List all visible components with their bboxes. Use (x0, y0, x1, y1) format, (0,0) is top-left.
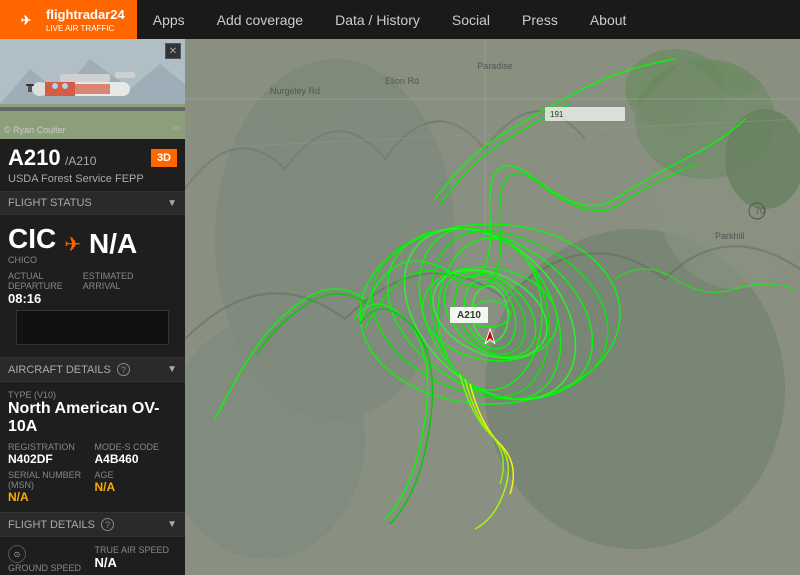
nav-item-apps[interactable]: Apps (137, 0, 201, 39)
age-item: AGE N/A (95, 470, 178, 504)
logo-text: flightradar24 (46, 7, 125, 22)
logo-sub: LIVE AIR TRAFFIC (46, 24, 125, 33)
nav-item-data-history[interactable]: Data / History (319, 0, 436, 39)
nav-item-social[interactable]: Social (436, 0, 506, 39)
departure-time: 08:16 (8, 291, 63, 306)
flight-detail-grid-1: ⊙ GROUND SPEED 128 kts TRUE AIR SPEED N/… (8, 545, 177, 575)
logo[interactable]: ✈ flightradar24 LIVE AIR TRAFFIC (0, 0, 137, 39)
aircraft-photo-svg (0, 39, 185, 139)
serial-item: SERIAL NUMBER (MSN) N/A (8, 470, 91, 504)
registration-item: REGISTRATION N402DF (8, 442, 91, 466)
type-label: TYPE (V10) (8, 390, 177, 400)
chevron-down-icon: ▼ (167, 198, 177, 209)
nav-item-press[interactable]: Press (506, 0, 574, 39)
nav-item-about[interactable]: About (574, 0, 643, 39)
registration-display: /A210 (65, 154, 96, 168)
arrival-sub: ARRIVAL (83, 281, 134, 291)
flight-details-label: FLIGHT DETAILS ? (8, 518, 114, 531)
flight-status: CIC CHICO ✈ N/A ACTUAL DEPARTURE 08:16 E… (0, 215, 185, 358)
aircraft-details-header[interactable]: AIRCRAFT DETAILS ? ▼ (0, 358, 185, 382)
origin-code: CIC (8, 223, 56, 255)
logo-icon: ✈ (12, 6, 40, 34)
photo-edit-icon[interactable]: ✏ (173, 124, 181, 135)
mode-s-item: MODE-S CODE A4B460 (95, 442, 178, 466)
map-svg: A210 Paradise Elion Rd Nurgeley Rd Parkh… (185, 39, 800, 575)
aircraft-photo: © Ryan Coulter ✏ ✕ (0, 39, 185, 139)
info-icon[interactable]: ? (117, 363, 130, 376)
svg-text:Parkhill: Parkhill (715, 231, 745, 241)
btn-3d[interactable]: 3D (151, 149, 177, 167)
route-row: CIC CHICO ✈ N/A (8, 223, 177, 265)
departure-label: ACTUAL (8, 271, 63, 281)
true-air-speed-key: TRUE AIR SPEED (95, 545, 178, 555)
svg-text:191: 191 (550, 110, 564, 119)
arrival-col: ESTIMATED ARRIVAL (83, 271, 134, 306)
mode-s-key: MODE-S CODE (95, 442, 178, 452)
serial-key: SERIAL NUMBER (MSN) (8, 470, 91, 490)
type-value: North American OV-10A (8, 400, 177, 436)
operator: USDA Forest Service FEPP (8, 173, 177, 185)
flight-details: ⊙ GROUND SPEED 128 kts TRUE AIR SPEED N/… (0, 537, 185, 575)
ground-speed-key: GROUND SPEED (8, 563, 91, 573)
navigation: Apps Add coverage Data / History Social … (137, 0, 643, 39)
departure-sub: DEPARTURE (8, 281, 63, 291)
svg-text:Nurgeley Rd: Nurgeley Rd (270, 86, 320, 96)
origin-name: CHICO (8, 255, 56, 265)
close-button[interactable]: ✕ (165, 43, 181, 59)
photo-credit: © Ryan Coulter (4, 125, 66, 135)
speedometer-icon: ⊙ (8, 545, 26, 563)
mode-s-val: A4B460 (95, 452, 178, 466)
chevron-down-icon-3: ▼ (167, 519, 177, 530)
dep-arr: ACTUAL DEPARTURE 08:16 ESTIMATED ARRIVAL (8, 271, 177, 306)
age-val: N/A (95, 480, 178, 494)
svg-text:✈: ✈ (21, 13, 31, 27)
arrival-label: ESTIMATED (83, 271, 134, 281)
serial-val: N/A (8, 490, 91, 504)
flight-status-header[interactable]: FLIGHT STATUS ▼ (0, 192, 185, 215)
aircraft-title: 3D A210 /A210 USDA Forest Service FEPP (0, 139, 185, 192)
callsign: A210 (8, 145, 61, 170)
registration-key: REGISTRATION (8, 442, 91, 452)
true-air-speed-val: N/A (95, 555, 178, 570)
nav-item-add-coverage[interactable]: Add coverage (201, 0, 319, 39)
registration-val: N402DF (8, 452, 91, 466)
age-key: AGE (95, 470, 178, 480)
flight-details-header[interactable]: FLIGHT DETAILS ? ▼ (0, 513, 185, 537)
svg-text:Elion Rd: Elion Rd (385, 76, 419, 86)
sidebar: © Ryan Coulter ✏ ✕ 3D A210 /A210 USDA Fo… (0, 39, 185, 575)
departure-col: ACTUAL DEPARTURE 08:16 (8, 271, 63, 306)
dest-code: N/A (89, 228, 137, 260)
aircraft-details-label: AIRCRAFT DETAILS ? (8, 363, 130, 376)
map-area[interactable]: A210 Paradise Elion Rd Nurgeley Rd Parkh… (185, 39, 800, 575)
aircraft-details: TYPE (V10) North American OV-10A REGISTR… (0, 382, 185, 513)
detail-grid: REGISTRATION N402DF MODE-S CODE A4B460 S… (8, 442, 177, 504)
svg-text:Paradise: Paradise (477, 61, 513, 71)
true-air-speed-item: TRUE AIR SPEED N/A (95, 545, 178, 575)
header: ✈ flightradar24 LIVE AIR TRAFFIC Apps Ad… (0, 0, 800, 39)
chevron-down-icon-2: ▼ (167, 364, 177, 375)
dest-block: N/A (89, 228, 137, 260)
ground-speed-item: ⊙ GROUND SPEED 128 kts (8, 545, 91, 575)
origin-block: CIC CHICO (8, 223, 56, 265)
svg-text:70: 70 (755, 206, 765, 216)
info-icon-2[interactable]: ? (101, 518, 114, 531)
detail-box (16, 310, 169, 345)
flight-status-label: FLIGHT STATUS (8, 197, 92, 209)
svg-text:A210: A210 (457, 310, 481, 321)
route-arrow-icon: ✈ (64, 232, 81, 257)
